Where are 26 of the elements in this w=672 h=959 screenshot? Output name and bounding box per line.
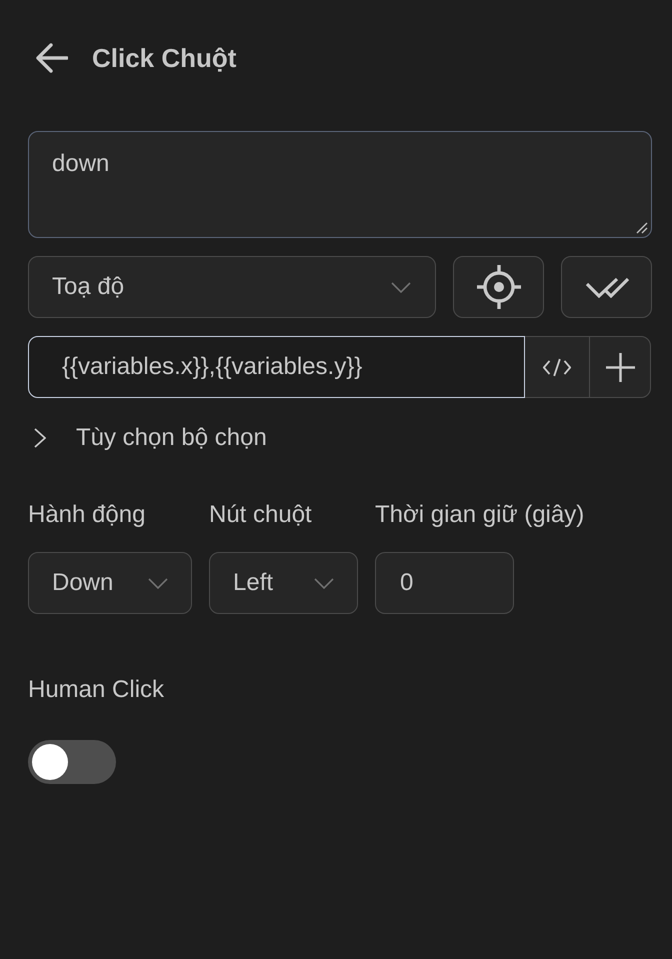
field-label: Hành động — [28, 500, 146, 530]
double-check-icon — [584, 276, 628, 298]
chevron-down-icon — [148, 578, 168, 588]
text-area[interactable]: down — [28, 131, 652, 238]
resize-handle-icon[interactable] — [636, 222, 648, 234]
chevron-down-icon — [314, 578, 334, 588]
selector-input[interactable]: {{variables.x}},{{variables.y}} — [28, 336, 525, 398]
dropdown[interactable]: Toạ độ — [28, 256, 436, 318]
crosshair-icon — [476, 265, 520, 309]
number-input[interactable]: 0 — [375, 552, 514, 614]
field-label: Nút chuột — [209, 500, 312, 530]
field-label: Human Click — [28, 675, 164, 705]
pick-target-button[interactable] — [453, 256, 544, 318]
add-button[interactable] — [589, 336, 651, 398]
toggle-switch[interactable] — [28, 740, 116, 784]
dropdown[interactable]: Left — [209, 552, 358, 614]
code-button[interactable] — [525, 336, 589, 398]
field-label: Thời gian giữ (giây) — [375, 500, 584, 530]
dropdown[interactable]: Down — [28, 552, 192, 614]
selector-options-toggle[interactable]: Tùy chọn bộ chọn — [28, 416, 267, 460]
back-arrow-icon[interactable] — [36, 43, 68, 73]
code-icon — [542, 358, 572, 376]
chevron-down-icon — [391, 282, 411, 292]
plus-icon — [606, 352, 634, 382]
check-button[interactable] — [561, 256, 652, 318]
page-title: Click Chuột — [92, 42, 236, 75]
